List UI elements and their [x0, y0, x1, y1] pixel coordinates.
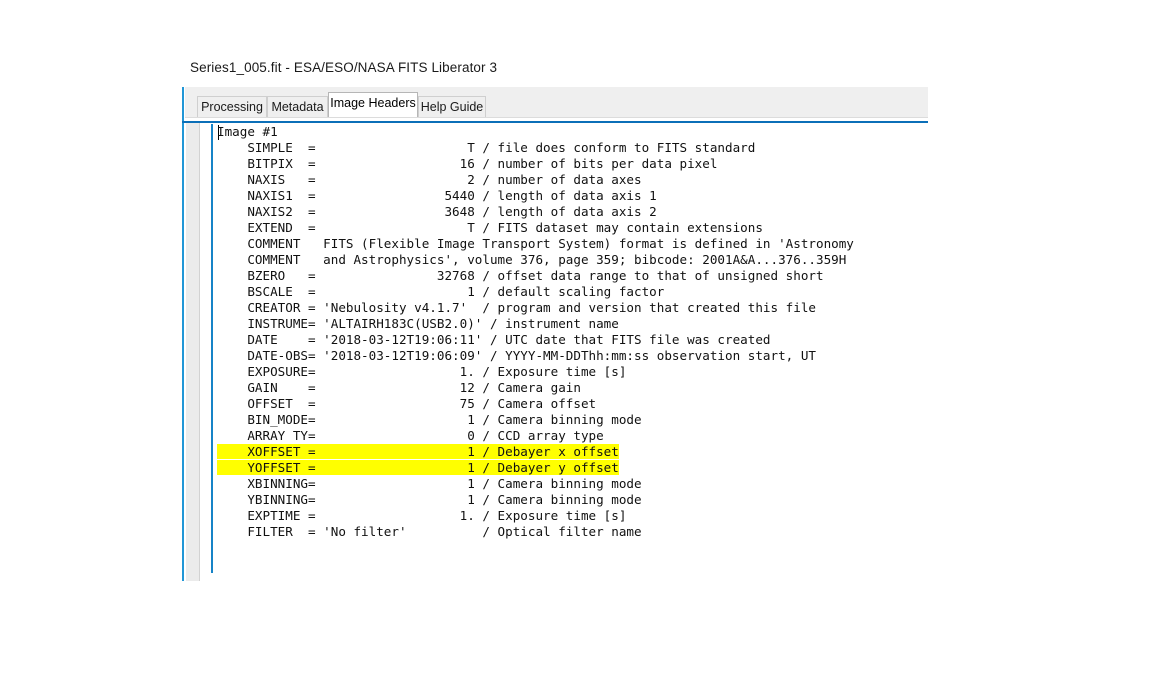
tab-label: Processing	[201, 100, 263, 114]
fits-header-line: COMMENT FITS (Flexible Image Transport S…	[217, 236, 854, 251]
fits-header-line: SIMPLE = T / file does conform to FITS s…	[217, 140, 756, 155]
fits-header-line: NAXIS2 = 3648 / length of data axis 2	[217, 204, 657, 219]
tab-help-guide[interactable]: Help Guide	[418, 96, 486, 117]
fits-header-line: BITPIX = 16 / number of bits per data pi…	[217, 156, 718, 171]
fits-liberator-window: Series1_005.fit - ESA/ESO/NASA FITS Libe…	[182, 55, 928, 583]
fits-header-line: DATE-OBS= '2018-03-12T19:06:09' / YYYY-M…	[217, 348, 816, 363]
tab-strip: Processing Metadata Image Headers Help Guid…	[185, 87, 928, 118]
window-title: Series1_005.fit - ESA/ESO/NASA FITS Libe…	[190, 60, 498, 75]
fits-header-line: XOFFSET = 1 / Debayer x offset	[217, 444, 854, 460]
highlighted-header-line: YOFFSET = 1 / Debayer y offset	[217, 460, 619, 475]
tab-image-headers[interactable]: Image Headers	[328, 92, 418, 117]
tab-label: Help Guide	[420, 100, 484, 114]
fits-header-line: EXPTIME = 1. / Exposure time [s]	[217, 508, 627, 523]
fits-header-line: CREATOR = 'Nebulosity v4.1.7' / program …	[217, 300, 816, 315]
fits-header-line: ARRAY TY= 0 / CCD array type	[217, 428, 604, 443]
tab-label: Image Headers	[330, 96, 416, 110]
fits-header-line: OFFSET = 75 / Camera offset	[217, 396, 597, 411]
fits-header-line: NAXIS1 = 5440 / length of data axis 1	[217, 188, 657, 203]
tab-label: Metadata	[271, 100, 324, 114]
fits-header-line: FILTER = 'No filter' / Optical filter na…	[217, 524, 642, 539]
fits-header-line: GAIN = 12 / Camera gain	[217, 380, 581, 395]
fits-header-line: BSCALE = 1 / default scaling factor	[217, 284, 665, 299]
title-bar: Series1_005.fit - ESA/ESO/NASA FITS Libe…	[182, 55, 928, 87]
tab-processing[interactable]: Processing	[197, 96, 267, 117]
content-left-gutter	[186, 123, 200, 581]
fits-header-text: Image #1 SIMPLE = T / file does conform …	[217, 124, 854, 540]
window-left-accent-bar	[182, 55, 184, 581]
fits-header-line: YOFFSET = 1 / Debayer y offset	[217, 460, 854, 476]
fits-header-line: BIN_MODE= 1 / Camera binning mode	[217, 412, 642, 427]
fits-header-line: EXTEND = T / FITS dataset may contain ex…	[217, 220, 763, 235]
fits-header-line: XBINNING= 1 / Camera binning mode	[217, 476, 642, 491]
fits-header-line: NAXIS = 2 / number of data axes	[217, 172, 642, 187]
fits-header-line: DATE = '2018-03-12T19:06:11' / UTC date …	[217, 332, 771, 347]
tab-metadata[interactable]: Metadata	[267, 96, 328, 117]
fits-header-line: YBINNING= 1 / Camera binning mode	[217, 492, 642, 507]
fits-header-line: BZERO = 32768 / offset data range to tha…	[217, 268, 824, 283]
fits-header-line: INSTRUME= 'ALTAIRH183C(USB2.0)' / instru…	[217, 316, 619, 331]
fits-header-line: Image #1	[217, 124, 278, 139]
fits-header-line: COMMENT and Astrophysics', volume 376, p…	[217, 252, 847, 267]
image-headers-textarea[interactable]: Image #1 SIMPLE = T / file does conform …	[211, 124, 928, 573]
fits-header-line: EXPOSURE= 1. / Exposure time [s]	[217, 364, 627, 379]
highlighted-header-line: XOFFSET = 1 / Debayer x offset	[217, 444, 619, 459]
